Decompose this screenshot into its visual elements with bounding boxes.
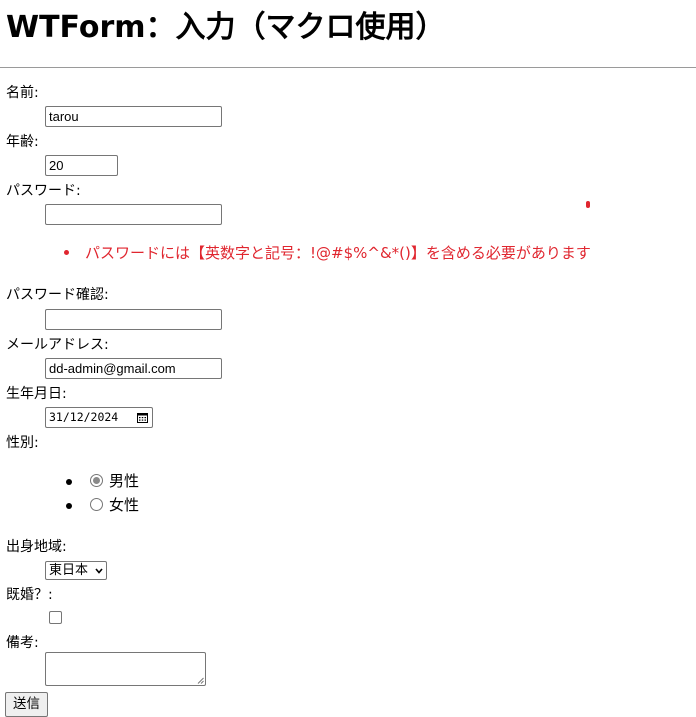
submit-button[interactable]: 送信 <box>5 692 48 717</box>
birthday-label: 生年月日: <box>6 386 67 402</box>
email-label: メールアドレス: <box>6 337 109 353</box>
married-label: 既婚？: <box>6 587 53 603</box>
gender-label: 性別: <box>6 435 39 451</box>
married-checkbox[interactable] <box>49 611 62 624</box>
resize-grip-icon[interactable] <box>197 677 204 684</box>
form-page: WTForm：入力（マクロ使用） 名前: tarou 年齢: 20 パスワード:… <box>0 0 696 717</box>
name-input[interactable]: tarou <box>45 106 222 127</box>
radio-female[interactable] <box>90 498 103 511</box>
password-input[interactable] <box>45 204 222 225</box>
radio-male[interactable] <box>90 474 103 487</box>
age-input[interactable]: 20 <box>45 155 118 176</box>
gender-option-label: 女性 <box>109 496 140 514</box>
birthday-value: 31/12/2024 <box>49 410 119 424</box>
gender-option-male[interactable]: 男性 <box>60 470 139 494</box>
region-label: 出身地域: <box>6 539 67 555</box>
password-error-message: パスワードには【英数字と記号：!@#$%^&*()】を含める必要があります <box>60 242 591 263</box>
birthday-date-input[interactable]: 31/12/2024 <box>45 407 153 428</box>
region-select[interactable]: 東日本 <box>45 561 107 580</box>
page-title: WTForm：入力（マクロ使用） <box>6 10 446 45</box>
calendar-icon[interactable] <box>137 412 148 423</box>
error-marker <box>586 201 590 208</box>
password-confirm-input[interactable] <box>45 309 222 330</box>
chevron-down-icon <box>95 568 103 574</box>
gender-option-label: 男性 <box>109 472 140 490</box>
notes-textarea[interactable] <box>45 652 206 686</box>
password-label: パスワード: <box>6 183 81 199</box>
name-label: 名前: <box>6 85 39 101</box>
region-selected-value: 東日本 <box>49 563 89 578</box>
age-label: 年齢: <box>6 134 39 150</box>
password-error-list: パスワードには【英数字と記号：!@#$%^&*()】を含める必要があります <box>60 242 591 263</box>
email-input[interactable]: dd-admin@gmail.com <box>45 358 222 379</box>
password-confirm-label: パスワード確認: <box>6 287 109 303</box>
notes-label: 備考: <box>6 635 39 651</box>
gender-radio-group: 男性 女性 <box>60 470 139 518</box>
horizontal-rule <box>0 67 696 68</box>
gender-option-female[interactable]: 女性 <box>60 494 139 518</box>
